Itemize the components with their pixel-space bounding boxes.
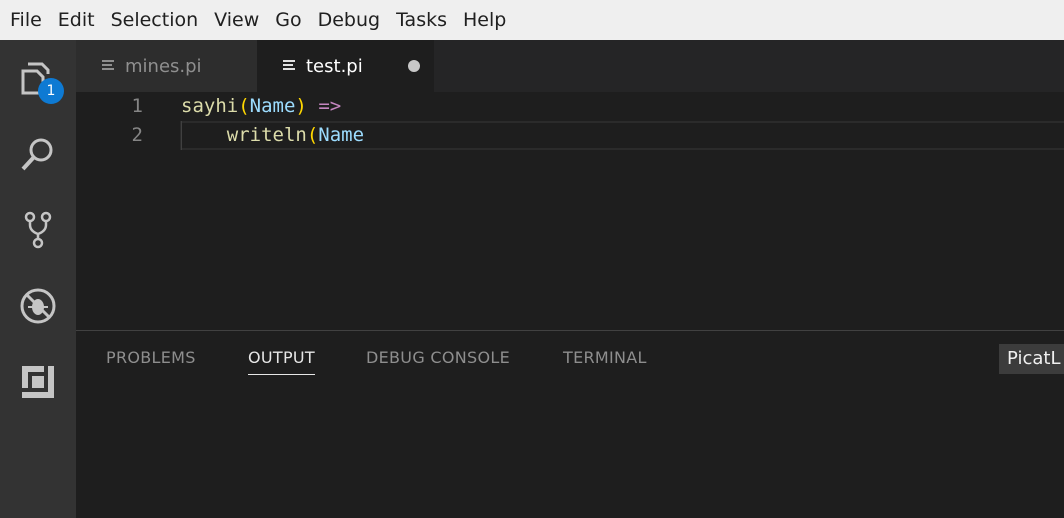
output-channel-select[interactable]: PicatL xyxy=(999,344,1064,374)
token: Name xyxy=(318,124,365,146)
code-text: sayhi(Name) => xyxy=(181,92,341,121)
line-number: 1 xyxy=(131,95,143,117)
search-button[interactable] xyxy=(0,116,76,192)
debug-button[interactable] xyxy=(0,268,76,344)
menu-bar: File Edit Selection View Go Debug Tasks … xyxy=(0,0,1064,40)
code-text: writeln(Name xyxy=(181,121,364,150)
code-editor[interactable]: 1 sayhi(Name) => 2 writeln(Name xyxy=(76,92,1064,330)
source-control-icon xyxy=(24,211,52,249)
token: writeln xyxy=(226,124,307,146)
menu-debug[interactable]: Debug xyxy=(310,0,388,40)
tab-debug-console[interactable]: DEBUG CONSOLE xyxy=(366,348,510,367)
token: sayhi xyxy=(181,95,239,117)
tab-label: mines.pi xyxy=(125,55,202,77)
file-lines-icon xyxy=(102,60,116,72)
token: => xyxy=(318,95,342,117)
bottom-panel: PROBLEMS OUTPUT DEBUG CONSOLE TERMINAL P… xyxy=(76,330,1064,518)
explorer-button[interactable]: 1 xyxy=(0,40,76,116)
token: ( xyxy=(238,95,250,117)
tab-problems[interactable]: PROBLEMS xyxy=(106,348,196,367)
menu-view[interactable]: View xyxy=(206,0,267,40)
menu-help[interactable]: Help xyxy=(455,0,514,40)
editor-tab-bar: mines.pi test.pi xyxy=(76,40,1064,92)
tab-output[interactable]: OUTPUT xyxy=(248,348,316,375)
tab-test-pi[interactable]: test.pi xyxy=(257,40,434,92)
menu-tasks[interactable]: Tasks xyxy=(388,0,455,40)
tab-mines-pi[interactable]: mines.pi xyxy=(76,40,257,92)
source-control-button[interactable] xyxy=(0,192,76,268)
extensions-icon xyxy=(22,366,54,398)
explorer-badge: 1 xyxy=(38,78,64,104)
line-number: 2 xyxy=(131,124,143,146)
code-line-current: 2 writeln(Name xyxy=(76,121,1064,150)
activity-bar: 1 xyxy=(0,40,76,518)
token: ) xyxy=(295,95,307,117)
unsaved-dot-icon[interactable] xyxy=(408,60,420,72)
code-line: 1 sayhi(Name) => xyxy=(76,92,1064,121)
menu-edit[interactable]: Edit xyxy=(50,0,103,40)
menu-go[interactable]: Go xyxy=(267,0,309,40)
tab-label: test.pi xyxy=(306,55,363,77)
debug-icon xyxy=(20,288,56,324)
file-lines-icon xyxy=(283,60,297,72)
extensions-button[interactable] xyxy=(0,344,76,420)
token: ( xyxy=(306,124,319,146)
search-icon xyxy=(21,138,53,171)
menu-file[interactable]: File xyxy=(2,0,50,40)
token: Name xyxy=(249,95,296,117)
menu-selection[interactable]: Selection xyxy=(103,0,207,40)
tab-terminal[interactable]: TERMINAL xyxy=(563,348,647,367)
